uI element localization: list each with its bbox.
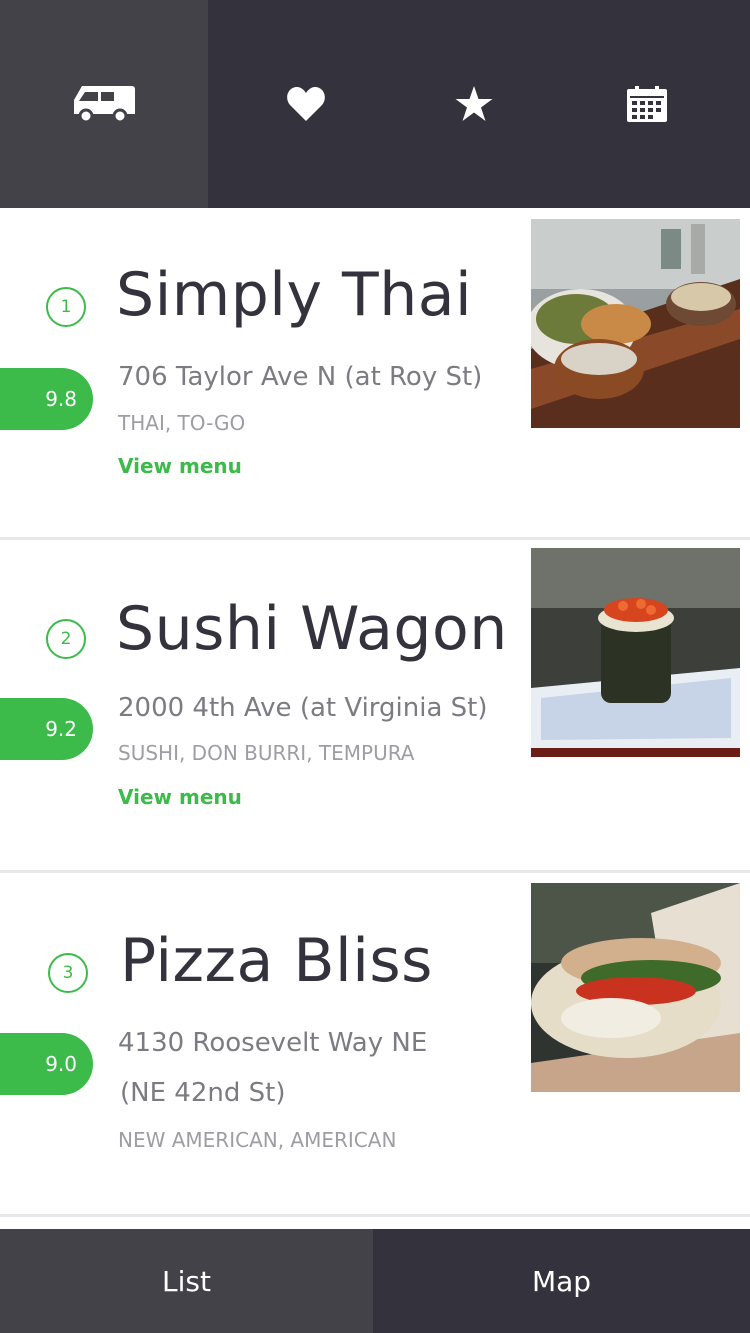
score-badge: 9.8 — [0, 368, 93, 430]
restaurant-card[interactable]: 2 Sushi Wagon 9.2 2000 4th Ave (at Virgi… — [0, 540, 750, 871]
tab-favorites[interactable] — [208, 0, 404, 208]
rank-badge: 1 — [46, 287, 86, 327]
restaurant-photo — [531, 548, 740, 757]
truck-icon — [74, 86, 135, 124]
restaurant-address: 2000 4th Ave (at Virginia St) — [118, 693, 488, 723]
restaurant-card[interactable]: 1 Simply Thai 9.8 706 Taylor Ave N (at R… — [0, 208, 750, 538]
restaurant-photo — [531, 883, 740, 1092]
tab-top-rated[interactable] — [404, 0, 544, 208]
heart-icon — [287, 87, 325, 121]
rank-badge: 2 — [46, 619, 86, 659]
tab-calendar[interactable] — [544, 0, 750, 208]
tab-trucks[interactable] — [0, 0, 208, 208]
restaurant-cuisine: SUSHI, DON BURRI, TEMPURA — [118, 741, 415, 765]
list-view-tab[interactable]: List — [0, 1229, 373, 1333]
restaurant-card[interactable]: 3 Pizza Bliss 9.0 4130 Roosevelt Way NE … — [0, 873, 750, 1215]
restaurant-address: 706 Taylor Ave N (at Roy St) — [118, 362, 483, 392]
top-nav — [0, 0, 750, 208]
view-menu-link[interactable]: View menu — [118, 785, 242, 809]
star-icon — [455, 86, 493, 121]
score-badge: 9.0 — [0, 1033, 93, 1095]
map-view-tab[interactable]: Map — [373, 1229, 750, 1333]
restaurant-address: 4130 Roosevelt Way NE — [118, 1028, 428, 1058]
bottom-nav: List Map — [0, 1229, 750, 1333]
restaurant-photo — [531, 219, 740, 428]
restaurant-name: Simply Thai — [116, 260, 473, 330]
rank-badge: 3 — [48, 953, 88, 993]
restaurant-cuisine: NEW AMERICAN, AMERICAN — [118, 1128, 397, 1152]
score-badge: 9.2 — [0, 698, 93, 760]
calendar-icon — [627, 86, 667, 122]
restaurant-cuisine: THAI, TO-GO — [118, 411, 246, 435]
restaurant-address-cross-street: (NE 42nd St) — [120, 1078, 286, 1108]
card-divider — [0, 1214, 750, 1217]
restaurant-name: Pizza Bliss — [120, 926, 433, 996]
restaurant-name: Sushi Wagon — [116, 594, 508, 664]
view-menu-link[interactable]: View menu — [118, 454, 242, 478]
